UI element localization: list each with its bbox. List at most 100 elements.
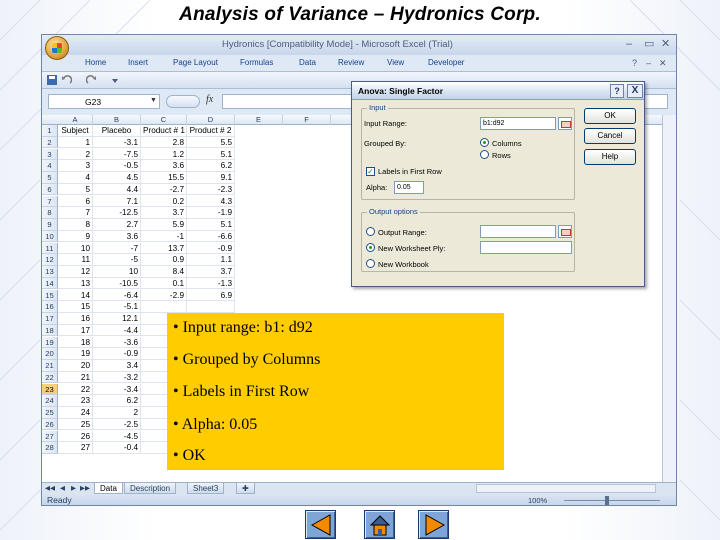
save-icon[interactable] [47, 75, 57, 85]
column-header[interactable]: A [58, 115, 93, 125]
qat-dropdown-icon[interactable] [110, 75, 120, 85]
sheet-tab-sheet3[interactable]: Sheet3 [187, 483, 225, 494]
table-cell[interactable]: -3.1 [93, 136, 141, 149]
table-cell[interactable]: -0.4 [93, 442, 141, 454]
sheet-tab-data[interactable]: Data [94, 483, 123, 494]
zoom-slider-track[interactable] [564, 500, 660, 501]
row-header[interactable]: 4 [42, 160, 58, 172]
table-cell[interactable]: 9 [58, 230, 93, 243]
name-box-dropdown-icon[interactable]: ▼ [150, 97, 157, 104]
last-sheet-icon[interactable]: ▶▶ [80, 484, 90, 492]
table-cell[interactable]: -4.4 [93, 324, 141, 337]
row-header[interactable]: 10 [42, 230, 58, 243]
undo-icon[interactable] [62, 75, 72, 85]
table-cell[interactable]: 13 [58, 277, 93, 290]
ribbon-close-icon[interactable]: ✕ [659, 58, 667, 69]
column-header[interactable]: C [141, 115, 187, 125]
table-cell[interactable]: -6.4 [93, 289, 141, 301]
row-header[interactable]: 9 [42, 219, 58, 231]
row-header[interactable]: 20 [42, 348, 58, 360]
table-cell[interactable]: 14 [58, 289, 93, 301]
table-cell[interactable]: 3.7 [187, 266, 235, 278]
table-cell[interactable]: 27 [58, 442, 93, 454]
new-worksheet-radio[interactable] [366, 243, 375, 252]
row-header[interactable]: 25 [42, 407, 58, 419]
table-cell[interactable]: -5.1 [93, 301, 141, 313]
output-range-collapse-icon[interactable] [558, 225, 572, 238]
row-header[interactable]: 28 [42, 442, 58, 454]
next-sheet-icon[interactable]: ▶ [71, 484, 76, 492]
labels-first-row-checkbox[interactable]: ✓ [366, 167, 375, 176]
table-cell[interactable]: -1.3 [187, 277, 235, 290]
alpha-field[interactable]: 0.05 [394, 181, 424, 194]
table-cell[interactable]: 1 [58, 136, 93, 149]
table-cell[interactable]: 15 [58, 301, 93, 313]
prev-sheet-icon[interactable]: ◀ [60, 484, 65, 492]
table-cell[interactable]: 7 [58, 207, 93, 219]
table-cell[interactable]: 3.4 [93, 360, 141, 372]
table-cell[interactable]: 5.5 [187, 136, 235, 149]
row-header[interactable]: 7 [42, 195, 58, 207]
office-button-icon[interactable] [45, 36, 69, 60]
table-cell[interactable]: 2 [93, 407, 141, 419]
dialog-close-icon[interactable]: X [627, 84, 643, 98]
header-cell[interactable]: Placebo [93, 125, 141, 137]
table-cell[interactable]: 0.9 [141, 254, 187, 266]
table-cell[interactable]: 3.7 [141, 207, 187, 219]
row-header[interactable]: 12 [42, 254, 58, 266]
insert-function-icon[interactable]: fx [206, 94, 213, 105]
table-cell[interactable]: 5.9 [141, 219, 187, 231]
table-cell[interactable]: -12.5 [93, 207, 141, 219]
table-cell[interactable]: -7.5 [93, 148, 141, 160]
table-cell[interactable]: 4.4 [93, 183, 141, 196]
table-cell[interactable]: 12.1 [93, 313, 141, 325]
table-cell[interactable]: 11 [58, 254, 93, 266]
tab-data[interactable]: Data [299, 58, 316, 67]
minimize-icon[interactable]: – [626, 38, 632, 50]
new-workbook-radio[interactable] [366, 259, 375, 268]
table-cell[interactable]: 12 [58, 266, 93, 278]
table-cell[interactable]: 26 [58, 430, 93, 442]
table-cell[interactable]: 5.1 [187, 148, 235, 160]
row-header[interactable]: 13 [42, 266, 58, 278]
row-header[interactable]: 23 [42, 383, 58, 395]
tab-home[interactable]: Home [85, 58, 106, 67]
row-header[interactable]: 1 [42, 125, 58, 137]
table-cell[interactable]: 17 [58, 324, 93, 337]
tab-view[interactable]: View [387, 58, 404, 67]
table-cell[interactable]: 9.1 [187, 172, 235, 184]
tab-developer[interactable]: Developer [428, 58, 464, 67]
table-cell[interactable]: 2 [58, 148, 93, 160]
row-header[interactable]: 19 [42, 336, 58, 348]
table-cell[interactable]: 15.5 [141, 172, 187, 184]
tab-review[interactable]: Review [338, 58, 364, 67]
tab-formulas[interactable]: Formulas [240, 58, 273, 67]
table-cell[interactable]: 16 [58, 313, 93, 325]
row-header[interactable]: 3 [42, 148, 58, 160]
input-range-collapse-icon[interactable] [558, 117, 572, 130]
dialog-help-icon[interactable]: ? [610, 84, 624, 98]
ok-button[interactable]: OK [584, 108, 636, 124]
row-header[interactable]: 6 [42, 183, 58, 196]
redo-icon[interactable] [86, 75, 96, 85]
table-cell[interactable]: 4.5 [93, 172, 141, 184]
home-slide-button[interactable] [364, 510, 395, 539]
table-cell[interactable]: -0.9 [93, 348, 141, 360]
row-header[interactable]: 16 [42, 301, 58, 313]
table-cell[interactable]: -2.7 [141, 183, 187, 196]
column-header[interactable]: D [187, 115, 235, 125]
table-cell[interactable]: 7.1 [93, 195, 141, 207]
table-cell[interactable]: 10 [58, 242, 93, 254]
row-header[interactable]: 22 [42, 371, 58, 384]
table-cell[interactable]: -2.3 [187, 183, 235, 196]
table-cell[interactable]: 21 [58, 371, 93, 384]
table-cell[interactable]: -3.6 [93, 336, 141, 348]
table-cell[interactable]: 6.9 [187, 289, 235, 301]
table-cell[interactable]: 3.6 [93, 230, 141, 243]
row-header[interactable]: 11 [42, 242, 58, 254]
table-cell[interactable]: 18 [58, 336, 93, 348]
table-cell[interactable]: -2.5 [93, 418, 141, 431]
row-header[interactable]: 21 [42, 360, 58, 372]
table-cell[interactable]: 4 [58, 172, 93, 184]
maximize-icon[interactable]: ▭ [644, 38, 654, 50]
